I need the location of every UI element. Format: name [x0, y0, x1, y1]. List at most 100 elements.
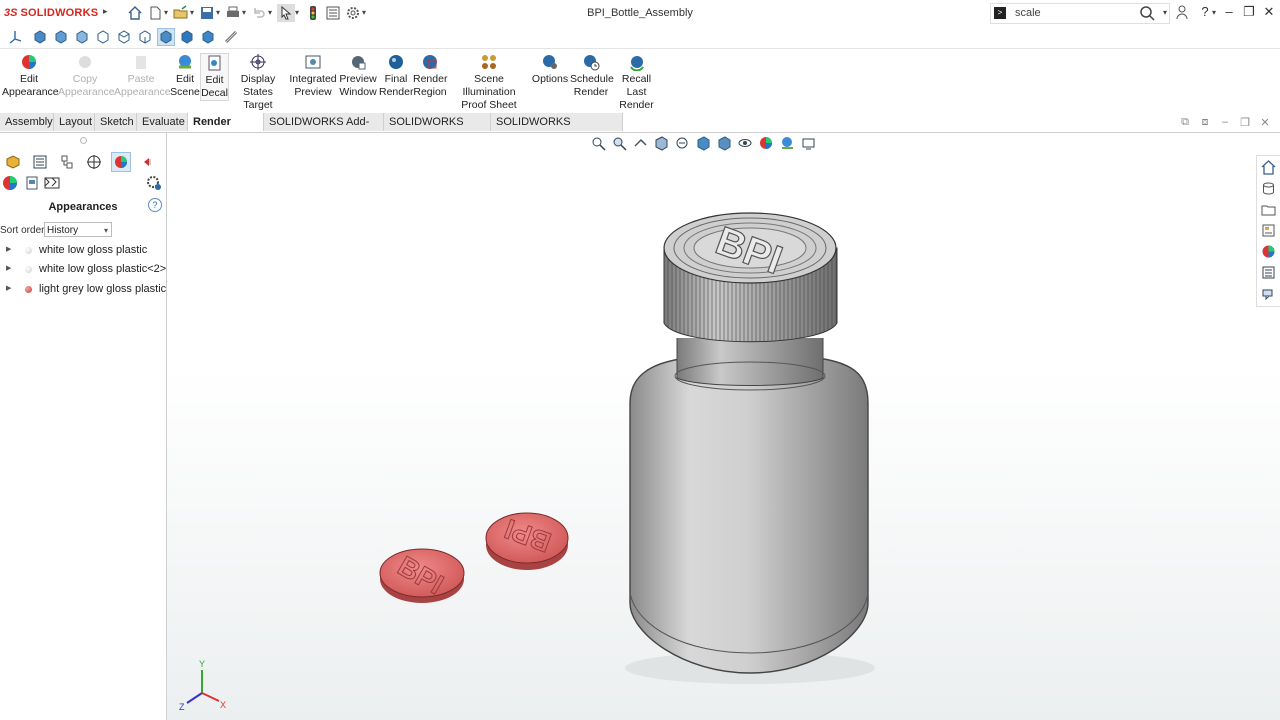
- help-dropdown-icon[interactable]: ▾: [1212, 8, 1216, 17]
- dimxpert-tab-icon[interactable]: [84, 152, 104, 172]
- display-manager-tab-icon[interactable]: [111, 152, 131, 172]
- expand-triangle-icon[interactable]: ▶: [6, 280, 11, 298]
- file-explorer-icon[interactable]: [1259, 200, 1278, 219]
- open-dropdown-icon[interactable]: ▾: [190, 8, 194, 17]
- scene-illumination-proof-sheet-button[interactable]: Scene Illumination Proof Sheet: [449, 53, 529, 112]
- solidworks-logo[interactable]: 3S SOLIDWORKS: [4, 5, 98, 21]
- view-orientation-icon[interactable]: [695, 135, 712, 152]
- hide-show-items-icon[interactable]: [737, 135, 754, 152]
- render-region-button[interactable]: Render Region: [413, 53, 447, 99]
- tab-solidworks-inspection[interactable]: SOLIDWORKS Inspection: [491, 113, 623, 146]
- tab-assembly[interactable]: Assembly: [0, 113, 54, 131]
- undo-dropdown-icon[interactable]: ▾: [268, 8, 272, 17]
- solidworks-forum-icon[interactable]: [1259, 284, 1278, 303]
- front-view-cube-icon[interactable]: [31, 28, 49, 46]
- select-cursor-icon[interactable]: [277, 4, 295, 22]
- dimetric-view-cube-icon[interactable]: [199, 28, 217, 46]
- zoom-to-fit-icon[interactable]: [590, 135, 607, 152]
- viewport-restore-icon[interactable]: ❐: [1238, 116, 1252, 129]
- search-commands-input[interactable]: > scale ▾: [990, 3, 1170, 24]
- right-view-cube-icon[interactable]: [94, 28, 112, 46]
- save-dropdown-icon[interactable]: ▾: [216, 8, 220, 17]
- minimize-icon[interactable]: –: [1220, 4, 1238, 19]
- preview-window-button[interactable]: Preview Window: [339, 53, 377, 99]
- edit-decal-button[interactable]: Edit Decal: [200, 53, 229, 101]
- configuration-manager-tab-icon[interactable]: [57, 152, 77, 172]
- decals-view-icon[interactable]: [22, 173, 42, 193]
- display-states-target-button[interactable]: Display States Target: [229, 53, 287, 112]
- panel-grip[interactable]: [80, 137, 87, 144]
- back-view-cube-icon[interactable]: [52, 28, 70, 46]
- search-dropdown-icon[interactable]: ▾: [1163, 8, 1167, 17]
- appearance-item[interactable]: ▶ light grey low gloss plastic: [0, 280, 166, 298]
- graphics-area[interactable]: BPI BPI BPI Y X Z: [167, 133, 1280, 720]
- edit-appearance-button[interactable]: Edit Appearance: [2, 53, 59, 99]
- new-document-icon[interactable]: [146, 4, 164, 22]
- appearance-item[interactable]: ▶ white low gloss plastic<2>: [0, 260, 166, 278]
- zoom-to-area-icon[interactable]: [611, 135, 628, 152]
- tab-render-tools[interactable]: Render Tools: [188, 113, 264, 146]
- search-icon[interactable]: [1139, 5, 1155, 24]
- viewport-close-icon[interactable]: ✕: [1258, 116, 1272, 129]
- top-view-cube-icon[interactable]: [115, 28, 133, 46]
- tab-solidworks-add-ins[interactable]: SOLIDWORKS Add-Ins: [264, 113, 384, 146]
- new-dropdown-icon[interactable]: ▾: [164, 8, 168, 17]
- recall-last-render-button[interactable]: Recall Last Render: [613, 53, 660, 112]
- print-dropdown-icon[interactable]: ▾: [242, 8, 246, 17]
- trimetric-view-cube-icon[interactable]: [178, 28, 196, 46]
- integrated-preview-button[interactable]: Integrated Preview: [289, 53, 337, 99]
- home-icon[interactable]: [126, 4, 144, 22]
- schedule-render-button[interactable]: Schedule Render: [570, 53, 614, 99]
- tab-sketch[interactable]: Sketch: [95, 113, 137, 131]
- select-dropdown-icon[interactable]: ▾: [295, 8, 299, 17]
- design-library-icon[interactable]: [1259, 179, 1278, 198]
- scene-lights-cameras-icon[interactable]: [42, 173, 62, 193]
- viewport-float-icon[interactable]: ⧈: [1198, 116, 1212, 129]
- display-manager-settings-gear-icon[interactable]: [144, 173, 164, 193]
- user-account-icon[interactable]: [1173, 4, 1191, 23]
- settings-dropdown-icon[interactable]: ▾: [362, 8, 366, 17]
- paste-appearance-button[interactable]: Paste Appearance: [114, 53, 171, 99]
- open-folder-icon[interactable]: [172, 4, 190, 22]
- tab-layout[interactable]: Layout: [54, 113, 95, 131]
- solidworks-resources-home-icon[interactable]: [1259, 158, 1278, 177]
- isometric-view-cube-icon[interactable]: [157, 28, 175, 46]
- menu-expand-arrow-icon[interactable]: ▸: [103, 6, 113, 20]
- appearances-scenes-decals-icon[interactable]: [1259, 242, 1278, 261]
- restore-icon[interactable]: ❐: [1240, 4, 1258, 20]
- edit-scene-button[interactable]: Edit Scene: [170, 53, 200, 99]
- file-properties-icon[interactable]: [324, 4, 342, 22]
- tab-evaluate[interactable]: Evaluate: [137, 113, 188, 131]
- bottom-view-cube-icon[interactable]: [136, 28, 154, 46]
- tab-solidworks-mbd[interactable]: SOLIDWORKS MBD: [384, 113, 491, 146]
- feature-manager-tab-icon[interactable]: [3, 152, 23, 172]
- appearance-item[interactable]: ▶ white low gloss plastic: [0, 241, 166, 259]
- viewport-minimize-icon[interactable]: –: [1218, 116, 1232, 128]
- appearances-view-icon[interactable]: [0, 173, 20, 193]
- help-circle-icon[interactable]: ?: [148, 198, 162, 212]
- final-render-button[interactable]: Final Render: [379, 53, 413, 99]
- expand-triangle-icon[interactable]: ▶: [6, 260, 11, 278]
- render-options-button[interactable]: Options: [531, 53, 569, 86]
- sort-order-select[interactable]: History ▾: [44, 222, 112, 237]
- triad-orientation-icon[interactable]: [6, 28, 24, 46]
- expand-triangle-icon[interactable]: ▶: [6, 241, 11, 259]
- undo-icon[interactable]: [250, 4, 268, 22]
- view-settings-icon[interactable]: [800, 135, 817, 152]
- save-icon[interactable]: [198, 4, 216, 22]
- edit-appearance-hud-icon[interactable]: [758, 135, 775, 152]
- apply-scene-icon[interactable]: [779, 135, 796, 152]
- print-icon[interactable]: [224, 4, 242, 22]
- section-view-icon[interactable]: [653, 135, 670, 152]
- viewport-tile-icon[interactable]: ⧉: [1178, 116, 1192, 129]
- normal-to-icon[interactable]: [222, 28, 240, 46]
- view-palette-icon[interactable]: [1259, 221, 1278, 240]
- display-style-icon[interactable]: [716, 135, 733, 152]
- rebuild-traffic-light-icon[interactable]: [304, 4, 322, 22]
- custom-properties-icon[interactable]: [1259, 263, 1278, 282]
- left-view-cube-icon[interactable]: [73, 28, 91, 46]
- close-icon[interactable]: ✕: [1260, 4, 1278, 20]
- property-manager-tab-icon[interactable]: [30, 152, 50, 172]
- expand-panel-arrow-icon[interactable]: [138, 152, 158, 172]
- previous-view-icon[interactable]: [632, 135, 649, 152]
